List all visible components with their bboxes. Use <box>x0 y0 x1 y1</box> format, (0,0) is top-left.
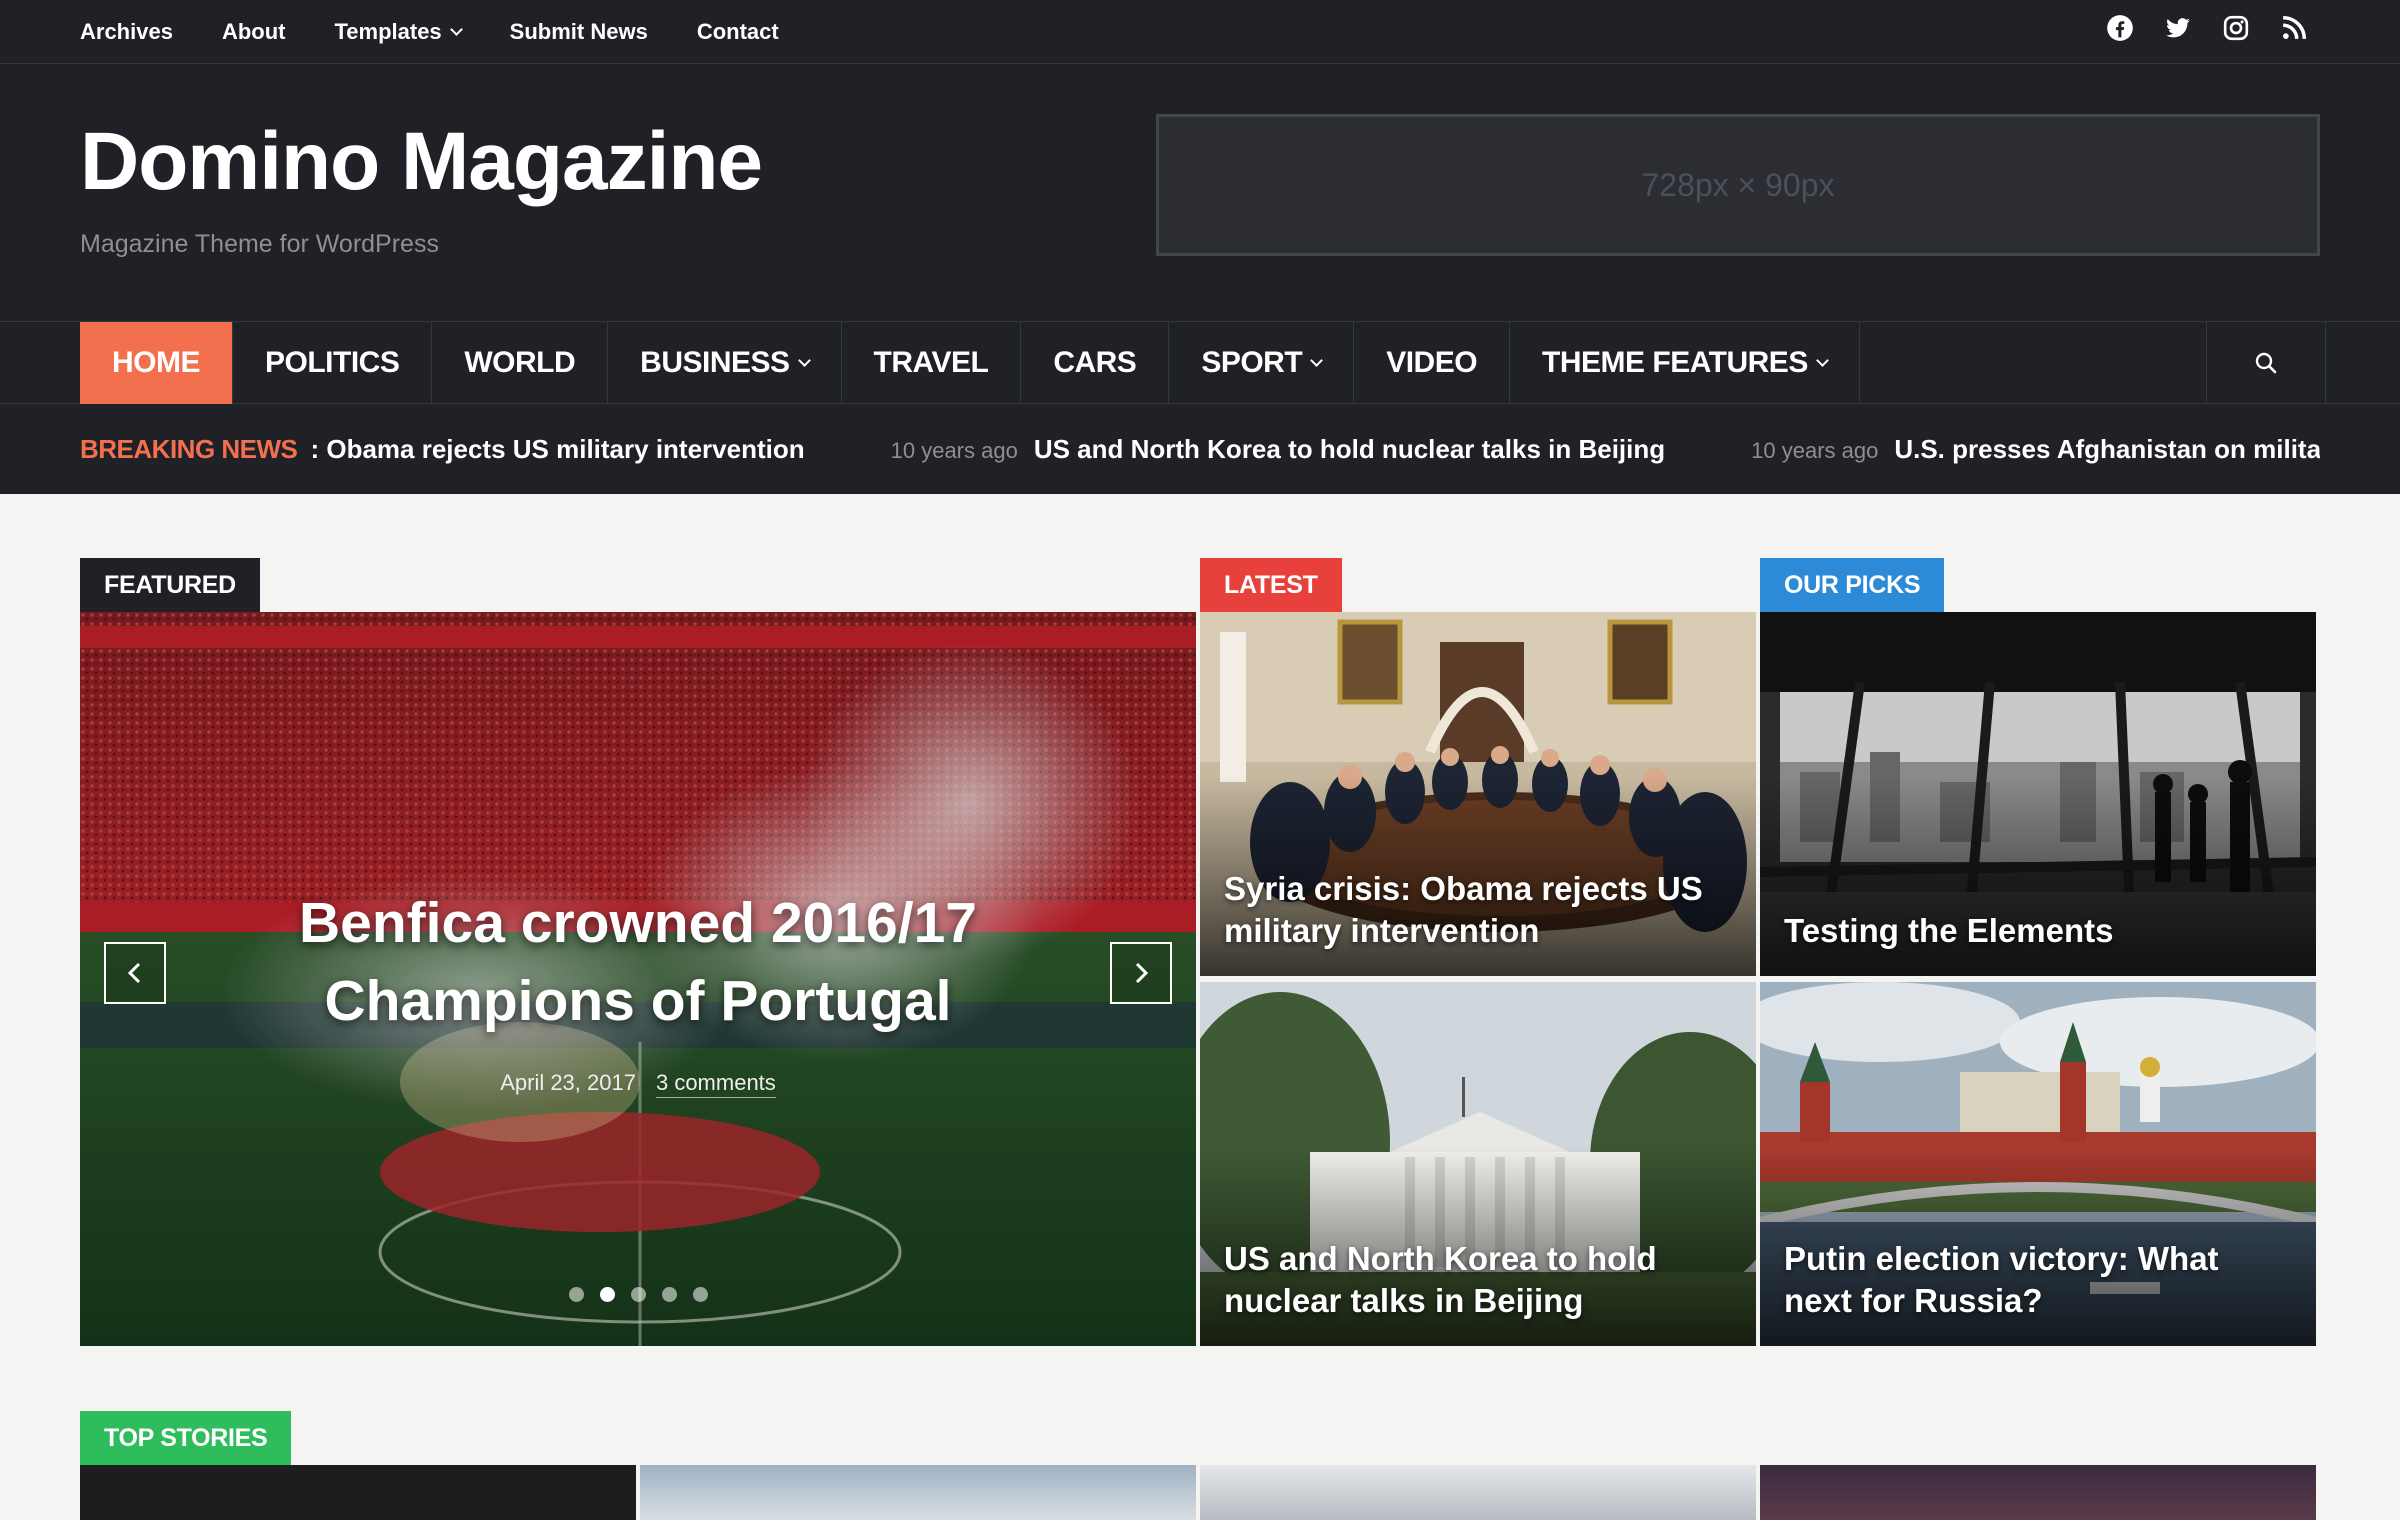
section-tag-latest[interactable]: LATEST <box>1200 558 1342 612</box>
ad-banner[interactable]: 728px × 90px <box>1156 114 2320 256</box>
tile-title[interactable]: Putin election victory: What next for Ru… <box>1784 1238 2292 1322</box>
ticker-track: Syria crisis: Obama rejects US military … <box>296 404 2320 494</box>
nav-cars-label: CARS <box>1053 346 1137 379</box>
chevron-left-icon <box>127 962 141 984</box>
top-navigation: Archives About Templates Submit News Con… <box>80 0 828 64</box>
slider-dot[interactable] <box>630 1287 646 1302</box>
nav-business[interactable]: BUSINESS <box>608 322 842 404</box>
slide-comments-link[interactable]: 3 comments <box>655 1070 776 1098</box>
slider-next-button[interactable] <box>1110 942 1172 1004</box>
ticker-item-title: U.S. presses Afghanistan on militant <box>1894 433 2320 464</box>
breaking-news-ticker: BREAKING NEWS Syria crisis: Obama reject… <box>0 404 2400 494</box>
topnav-contact-label: Contact <box>696 19 779 44</box>
top-story-tile-1[interactable] <box>80 1465 636 1520</box>
section-tag-featured[interactable]: FEATURED <box>80 558 260 612</box>
ticker-items: Syria crisis: Obama rejects US military … <box>296 404 2320 494</box>
nav-home-label: HOME <box>112 346 201 379</box>
social-links <box>2078 12 2310 44</box>
topnav-contact[interactable]: Contact <box>697 19 779 45</box>
ticker-item-title: Syria crisis: Obama rejects US military … <box>296 433 805 464</box>
nav-world-label: WORLD <box>464 346 576 379</box>
breaking-news-label: BREAKING NEWS <box>80 404 314 494</box>
topnav-about[interactable]: About <box>222 19 286 45</box>
search-button[interactable] <box>2206 322 2326 404</box>
topnav-submit-news[interactable]: Submit News <box>510 19 648 45</box>
slider-dot[interactable] <box>599 1287 615 1302</box>
chevron-down-icon <box>797 354 811 367</box>
site-header: Archives About Templates Submit News Con… <box>0 0 2400 494</box>
top-story-tile-3[interactable] <box>1200 1465 1756 1520</box>
nav-cars[interactable]: CARS <box>1021 322 1170 404</box>
ticker-item[interactable]: Syria crisis: Obama rejects US military … <box>296 434 805 465</box>
nav-video[interactable]: VIDEO <box>1354 322 1511 404</box>
ticker-item-time: 10 years ago <box>890 437 1018 463</box>
featured-slider[interactable]: Benfica crowned 2016/17 Champions of Por… <box>80 612 1196 1346</box>
instagram-icon[interactable] <box>2220 12 2252 44</box>
section-tag-our-picks[interactable]: OUR PICKS <box>1760 558 1945 612</box>
nav-travel[interactable]: TRAVEL <box>842 322 1022 404</box>
nav-sport-label: SPORT <box>1201 346 1303 379</box>
nav-home[interactable]: HOME <box>80 322 233 404</box>
top-story-tile-2[interactable] <box>640 1465 1196 1520</box>
topnav-templates[interactable]: Templates <box>334 19 463 45</box>
nav-world[interactable]: WORLD <box>432 322 609 404</box>
ticker-item-time: 10 years ago <box>1751 437 1879 463</box>
picks-tile-2[interactable]: Putin election victory: What next for Ru… <box>1760 982 2316 1346</box>
slider-dot[interactable] <box>661 1287 677 1302</box>
slide-date: April 23, 2017 <box>500 1070 636 1095</box>
picks-tile-1[interactable]: Testing the Elements <box>1760 612 2316 976</box>
rss-icon[interactable] <box>2278 12 2310 44</box>
tile-title[interactable]: Testing the Elements <box>1784 910 2292 952</box>
nav-travel-label: TRAVEL <box>873 346 989 379</box>
topnav-about-label: About <box>221 19 286 44</box>
ticker-item-title: US and North Korea to hold nuclear talks… <box>1033 433 1666 464</box>
section-tag-top-stories[interactable]: TOP STORIES <box>80 1411 292 1465</box>
nav-theme-features-label: THEME FEATURES <box>1542 346 1808 379</box>
nav-video-label: VIDEO <box>1386 346 1478 379</box>
nav-theme-features[interactable]: THEME FEATURES <box>1510 322 1860 404</box>
ad-label: 728px × 90px <box>1641 166 1835 203</box>
chevron-right-icon <box>1135 962 1149 984</box>
topnav-templates-label: Templates <box>334 19 442 44</box>
slide-title[interactable]: Benfica crowned 2016/17 Champions of Por… <box>210 884 1066 1040</box>
tile-title[interactable]: Syria crisis: Obama rejects US military … <box>1224 868 1732 952</box>
site-branding: Domino Magazine Magazine Theme for WordP… <box>80 112 763 259</box>
site-title[interactable]: Domino Magazine <box>80 112 763 212</box>
slider-dot[interactable] <box>568 1287 584 1302</box>
topnav-submit-news-label: Submit News <box>509 19 648 44</box>
latest-tile-2[interactable]: US and North Korea to hold nuclear talks… <box>1200 982 1756 1346</box>
topnav-archives[interactable]: Archives <box>80 19 173 45</box>
slider-dot[interactable] <box>692 1287 708 1302</box>
slider-prev-button[interactable] <box>104 942 166 1004</box>
slider-pagination <box>80 1287 1196 1302</box>
chevron-down-icon <box>449 23 463 36</box>
chevron-down-icon <box>1815 354 1829 367</box>
top-story-tile-4[interactable] <box>1760 1465 2316 1520</box>
main-navigation: HOME POLITICS WORLD BUSINESS TRAVEL CARS… <box>0 321 2400 404</box>
site-tagline: Magazine Theme for WordPress <box>80 230 439 258</box>
search-icon <box>2255 352 2277 374</box>
twitter-icon[interactable] <box>2162 12 2194 44</box>
ticker-item[interactable]: 10 years ago U.S. presses Afghanistan on… <box>1751 434 2320 465</box>
latest-tile-1[interactable]: Syria crisis: Obama rejects US military … <box>1200 612 1756 976</box>
facebook-icon[interactable] <box>2104 12 2136 44</box>
nav-politics-label: POLITICS <box>265 346 400 379</box>
tile-title[interactable]: US and North Korea to hold nuclear talks… <box>1224 1238 1732 1322</box>
nav-business-label: BUSINESS <box>640 346 790 379</box>
ticker-item[interactable]: 10 years ago US and North Korea to hold … <box>891 434 1666 465</box>
top-bar: Archives About Templates Submit News Con… <box>0 0 2400 64</box>
nav-sport[interactable]: SPORT <box>1169 322 1355 404</box>
slide-meta: April 23, 2017 3 comments <box>80 1070 1196 1098</box>
nav-politics[interactable]: POLITICS <box>233 322 433 404</box>
chevron-down-icon <box>1310 354 1324 367</box>
topnav-archives-label: Archives <box>80 19 173 44</box>
